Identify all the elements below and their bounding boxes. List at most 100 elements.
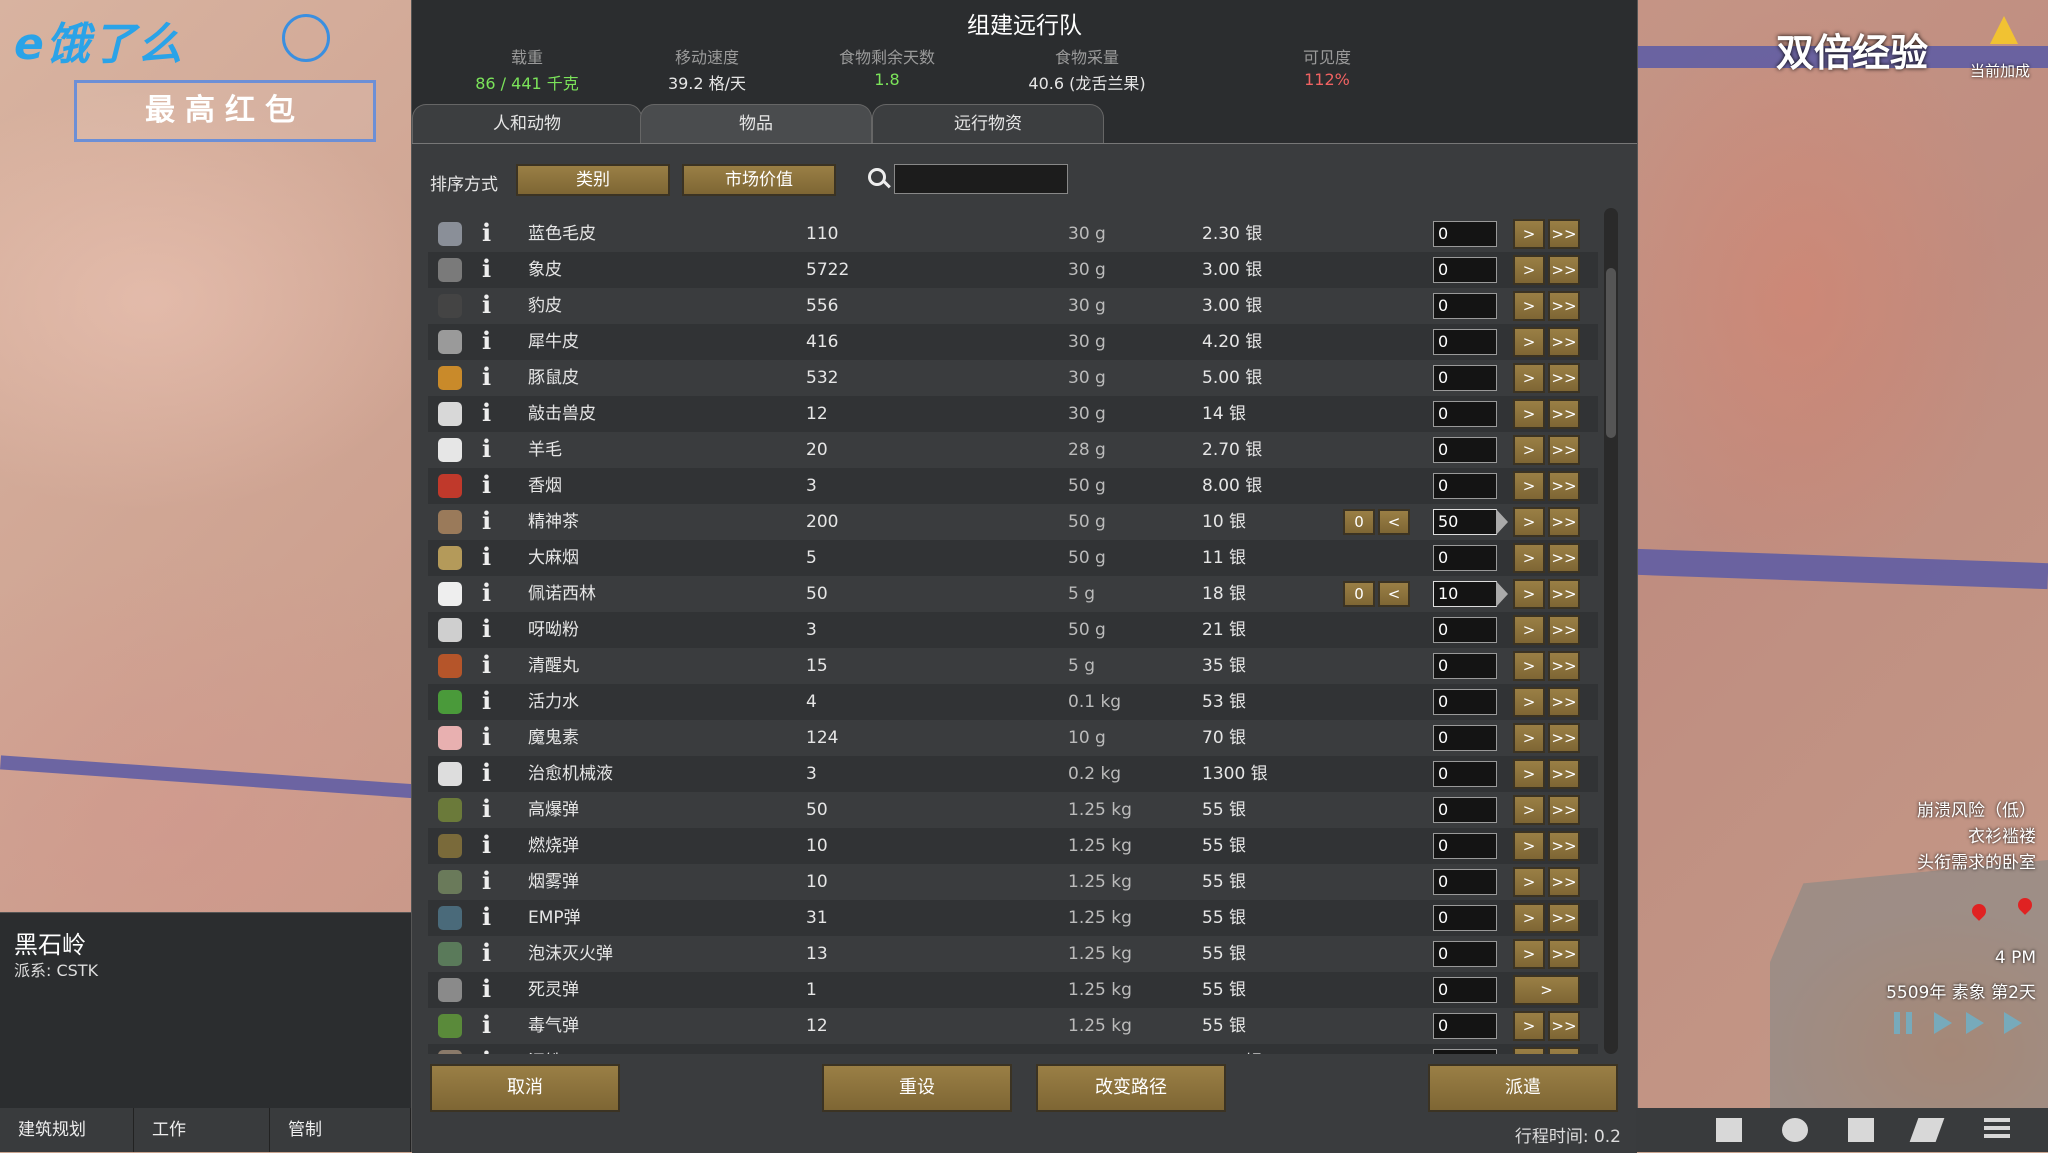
increase-max-button[interactable]: >> [1548,723,1580,753]
increase-button[interactable]: > [1513,219,1545,249]
quantity-input[interactable]: 0 [1433,617,1497,643]
increase-max-button[interactable]: >> [1548,255,1580,285]
info-icon[interactable]: i [482,796,496,822]
quantity-input[interactable]: 0 [1433,725,1497,751]
item-row[interactable]: i 烟雾弹 10 1.25 kg 55 银 0 > >> [428,864,1598,900]
decrease-button[interactable]: < [1378,581,1410,607]
info-icon[interactable]: i [482,328,496,354]
quantity-input[interactable]: 0 [1433,1049,1497,1054]
tab-pawns[interactable]: 人和动物 [412,104,642,143]
item-row[interactable]: i 活力水 4 0.1 kg 53 银 0 > >> [428,684,1598,720]
quantity-input[interactable]: 0 [1433,977,1497,1003]
increase-button[interactable]: > [1513,939,1545,969]
red-packet-banner[interactable]: 最高红包 [74,80,376,142]
alert-break-risk[interactable]: 崩溃风险（低） [1917,796,2036,821]
item-row[interactable]: i 大麻烟 5 50 g 11 银 0 > >> [428,540,1598,576]
item-row[interactable]: i 呀呦粉 3 50 g 21 银 0 > >> [428,612,1598,648]
play-icon[interactable] [1934,1012,1952,1034]
item-row[interactable]: i 敲击兽皮 12 30 g 14 银 0 > >> [428,396,1598,432]
quantity-input[interactable]: 0 [1433,941,1497,967]
sort-by-market-value-button[interactable]: 市场价值 [682,164,836,196]
send-button[interactable]: 派遣 [1428,1064,1618,1112]
quantity-input[interactable]: 0 [1433,797,1497,823]
decrease-button[interactable]: < [1378,509,1410,535]
increase-max-button[interactable]: >> [1548,579,1580,609]
item-row[interactable]: i EMP弹 31 1.25 kg 55 银 0 > >> [428,900,1598,936]
increase-button[interactable]: > [1513,795,1545,825]
item-row[interactable]: i 羊毛 20 28 g 2.70 银 0 > >> [428,432,1598,468]
quantity-input[interactable]: 0 [1433,473,1497,499]
info-icon[interactable]: i [482,508,496,534]
increase-max-button[interactable]: >> [1548,939,1580,969]
increase-max-button[interactable]: >> [1548,687,1580,717]
increase-button[interactable]: > [1513,975,1580,1005]
increase-button[interactable]: > [1513,831,1545,861]
increase-button[interactable]: > [1513,543,1545,573]
increase-max-button[interactable]: >> [1548,435,1580,465]
info-icon[interactable]: i [482,580,496,606]
info-icon[interactable]: i [482,436,496,462]
tab-restrict[interactable]: 管制 [270,1108,411,1152]
increase-button[interactable]: > [1513,615,1545,645]
info-icon[interactable]: i [482,1048,496,1055]
increase-max-button[interactable]: >> [1548,759,1580,789]
quantity-input[interactable]: 0 [1433,905,1497,931]
increase-max-button[interactable]: >> [1548,615,1580,645]
alert-title-bedroom[interactable]: 头衔需求的卧室 [1917,848,2036,873]
quantity-input[interactable]: 0 [1433,221,1497,247]
tab-work[interactable]: 工作 [134,1108,270,1152]
increase-max-button[interactable]: >> [1548,867,1580,897]
info-icon[interactable]: i [482,724,496,750]
info-icon[interactable]: i [482,292,496,318]
history-icon[interactable] [1909,1118,1945,1142]
info-icon[interactable]: i [482,868,496,894]
item-row[interactable]: i 蓝色毛皮 110 30 g 2.30 银 0 > >> [428,216,1598,252]
increase-max-button[interactable]: >> [1548,219,1580,249]
item-list[interactable]: i 蓝色毛皮 110 30 g 2.30 银 0 > >> i 象皮 5722 30 g 3.00 银0… [428,208,1608,1054]
item-row[interactable]: i 治愈机械液 3 0.2 kg 1300 银 0 > >> [428,756,1598,792]
increase-max-button[interactable]: >> [1548,507,1580,537]
info-icon[interactable]: i [482,1012,496,1038]
info-icon[interactable]: i [482,760,496,786]
increase-button[interactable]: > [1513,255,1545,285]
increase-button[interactable]: > [1513,399,1545,429]
increase-button[interactable]: > [1513,759,1545,789]
superfast-icon[interactable] [2004,1012,2022,1034]
increase-button[interactable]: > [1513,291,1545,321]
item-list-scrollbar[interactable] [1604,208,1618,1054]
quantity-input[interactable]: 50 [1433,509,1497,535]
quantity-input[interactable]: 0 [1433,833,1497,859]
increase-max-button[interactable]: >> [1548,795,1580,825]
research-icon[interactable] [1848,1118,1874,1142]
quantity-input[interactable]: 0 [1433,329,1497,355]
info-icon[interactable]: i [482,472,496,498]
info-icon[interactable]: i [482,364,496,390]
increase-button[interactable]: > [1513,903,1545,933]
info-icon[interactable]: i [482,688,496,714]
item-row[interactable]: i 精神茶 200 50 g 10 银 0 <50 > >> [428,504,1598,540]
quantity-input[interactable]: 0 [1433,689,1497,715]
increase-button[interactable]: > [1513,687,1545,717]
increase-max-button[interactable]: >> [1548,543,1580,573]
quantity-input[interactable]: 0 [1433,401,1497,427]
fast-forward-icon[interactable] [1966,1012,1984,1034]
item-row[interactable]: i 毒气弹 12 1.25 kg 55 银 0 > >> [428,1008,1598,1044]
item-row[interactable]: i 汗铁 248 0.25 kg 0.75 银 0 >>> [428,1044,1598,1054]
menu-icon[interactable] [1984,1118,2010,1122]
increase-button[interactable]: > [1513,435,1545,465]
increase-button[interactable]: > [1513,507,1545,537]
increase-max-button[interactable]: >> [1548,471,1580,501]
increase-max-button[interactable]: >> [1548,399,1580,429]
reset-count-button[interactable]: 0 [1343,509,1375,535]
tab-architect[interactable]: 建筑规划 [0,1108,134,1152]
scrollbar-thumb[interactable] [1606,268,1616,438]
increase-max-button[interactable]: >> [1548,831,1580,861]
info-icon[interactable]: i [482,544,496,570]
increase-max-button[interactable]: >> [1548,363,1580,393]
quantity-input[interactable]: 0 [1433,869,1497,895]
item-row[interactable]: i 香烟 3 50 g 8.00 银 0 > >> [428,468,1598,504]
item-row[interactable]: i 魔鬼素 124 10 g 70 银 0 > >> [428,720,1598,756]
quantity-input[interactable]: 0 [1433,545,1497,571]
increase-button[interactable]: > [1513,1011,1545,1041]
tab-travel-supplies[interactable]: 远行物资 [872,104,1104,143]
